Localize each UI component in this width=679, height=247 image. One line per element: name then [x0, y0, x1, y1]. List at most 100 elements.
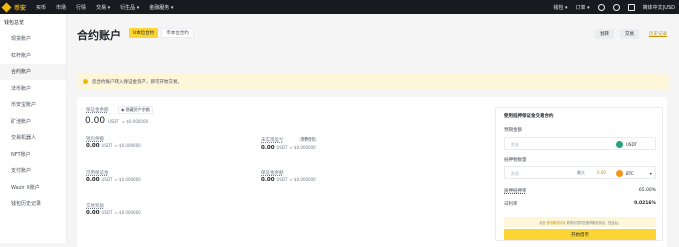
balance-unit: USDT	[107, 119, 119, 124]
ltv-value: 65.00%	[638, 188, 656, 193]
unrealized-pnl-value: 0.00 USDT ≈ $0.000000	[261, 145, 316, 151]
logo-text: 币安	[14, 4, 27, 12]
nav-finance[interactable]: 金融服务 ▾	[149, 4, 173, 11]
logo-mark-icon	[1, 2, 12, 12]
unrealized-pnl-approx: ≈ $0.000000	[289, 145, 316, 150]
available-margin-approx: ≈ $0.000000	[114, 177, 141, 182]
disclaimer-prefix: 点击	[539, 220, 546, 225]
btc-icon	[616, 170, 623, 177]
ltv-label: 质押抵押率	[504, 189, 527, 194]
wallet-balance-value: 0.00 USDT ≈ $0.000000	[86, 143, 141, 149]
wallet-sidebar: 钱包总览 现货账户 杠杆账户 合约账户 法币账户 币安宝账户 矿池账户 交易机器…	[0, 14, 67, 243]
notice-text: 您合约账户转入保证金资产，即可开始交易。	[92, 79, 182, 85]
trade-bonus-amount: 0.00	[86, 210, 100, 216]
max-label[interactable]: 最大	[577, 170, 585, 176]
sidebar-item-pool[interactable]: 矿池账户	[0, 113, 66, 130]
notice-banner: 您合约账户转入保证金资产，即可开始交易。	[77, 73, 669, 90]
trade-button[interactable]: 交易	[620, 29, 639, 39]
loan-agreement-disclaimer: 点击 借币服务协议 即表示您同意借币服务协议，在此后。	[504, 217, 656, 227]
unrealized-pnl-label: 未实现盈亏	[261, 138, 284, 143]
notification-bell-icon[interactable]	[612, 3, 620, 11]
collateral-amount-placeholder: 数量	[511, 171, 519, 176]
margin-balance-amount: 0.00	[261, 177, 275, 183]
binance-logo[interactable]: 币安	[1, 2, 27, 12]
unrealized-pnl-unit: USDT	[276, 145, 288, 150]
btc-label: BTC	[626, 171, 634, 176]
user-icon[interactable]	[597, 3, 605, 11]
view-positions-badge[interactable]: 查看仓位	[299, 137, 317, 142]
transfer-button[interactable]: 划转	[595, 29, 614, 39]
daily-rate-label: 日利率	[504, 202, 518, 207]
sidebar-item-trading-bots[interactable]: 交易机器人	[0, 130, 66, 147]
history-link[interactable]: 历史记录	[649, 31, 667, 37]
available-margin-amount: 0.00	[86, 177, 100, 183]
collateral-loan-calculator: 使用抵押保证金交易合约 预期金额 数量 USDT 抵押物数量 数量 最大 0.0…	[495, 107, 663, 241]
wallet-balance-label: 钱包余额	[86, 137, 104, 142]
wallet-balance-amount: 0.00	[86, 143, 100, 149]
sidebar-item-fiat[interactable]: 法币账户	[0, 80, 66, 97]
sidebar-item-pay[interactable]: 支付账户	[0, 163, 66, 180]
wallet-balance-approx: ≈ $0.000000	[114, 143, 141, 148]
btc-selector[interactable]: BTC ▾	[616, 170, 652, 177]
available-margin-unit: USDT	[101, 177, 113, 182]
download-icon[interactable]	[627, 3, 635, 11]
expected-amount-input[interactable]: 数量 USDT	[504, 137, 656, 150]
nav-wallet[interactable]: 钱包 ▾	[553, 4, 567, 11]
nav-derivatives[interactable]: 衍生品 ▾	[120, 4, 139, 11]
top-right-menu: 钱包 ▾ 订单 ▾ 简体中文|USD	[545, 0, 675, 14]
main-nav: 买币 市场 行情 交易 ▾ 衍生品 ▾ 金融服务 ▾	[36, 4, 183, 11]
unrealized-pnl-amount: 0.00	[261, 145, 275, 151]
margin-balance-unit: USDT	[276, 177, 288, 182]
ltv-row: 质押抵押率 65.00%	[504, 188, 656, 194]
trade-bonus-value: 0.00 USDT ≈ $0.000000	[86, 210, 141, 216]
daily-rate-row: 日利率 0.0216%	[504, 201, 656, 207]
expected-amount-placeholder: 数量	[511, 142, 519, 147]
available-margin-label: 可用保证金	[86, 171, 109, 176]
sidebar-item-futures[interactable]: 合约账户	[0, 63, 66, 80]
sidebar-item-history[interactable]: 钱包历史记录	[0, 196, 66, 213]
daily-rate-value: 0.0216%	[634, 201, 656, 206]
expected-amount-label: 预期金额	[504, 128, 522, 133]
nav-orders[interactable]: 订单 ▾	[576, 4, 590, 11]
nav-quotes[interactable]: 行情	[76, 4, 86, 11]
wallet-balance-unit: USDT	[101, 143, 113, 148]
usdt-selector[interactable]: USDT	[616, 141, 637, 148]
chevron-down-icon: ▾	[649, 171, 652, 176]
trade-bonus-label: 交易奖励	[86, 204, 104, 209]
available-margin-value: 0.00 USDT ≈ $0.000000	[86, 177, 141, 183]
collateral-amount-input[interactable]: 数量 最大 0.00 BTC ▾	[504, 166, 656, 179]
nav-buy-crypto[interactable]: 买币	[36, 4, 46, 11]
balance-label: 保证金余额	[86, 108, 109, 113]
nav-markets[interactable]: 市场	[56, 4, 66, 11]
sidebar-item-overview[interactable]: 钱包总览	[0, 14, 66, 31]
sidebar-item-margin[interactable]: 杠杆账户	[0, 47, 66, 64]
balance-approx: ≈ $0.000000	[121, 119, 149, 124]
loan-agreement-link[interactable]: 借币服务协议	[547, 220, 566, 225]
margin-balance-approx: ≈ $0.000000	[289, 177, 316, 182]
tab-coinm-futures[interactable]: 币本位合约	[161, 28, 194, 38]
contract-type-tabs: U本位合约 币本位合约	[129, 28, 197, 38]
account-card: 保证金余额 ◉ 隐藏资产余额 0.00 USDT ≈ $0.000000 钱包余…	[77, 97, 667, 247]
start-borrowing-button[interactable]: 开始借币	[504, 229, 656, 240]
usdt-icon	[616, 141, 623, 148]
trade-bonus-unit: USDT	[101, 210, 113, 215]
eye-icon: ◉	[121, 107, 125, 112]
balance-value-row: 0.00 USDT ≈ $0.000000	[85, 116, 148, 126]
sidebar-item-spot[interactable]: 现货账户	[0, 31, 66, 48]
max-value: 0.00	[597, 170, 606, 175]
sidebar-item-nft[interactable]: NFT账户	[0, 146, 66, 163]
main-content: 合约账户 U本位合约 币本位合约 划转 交易 历史记录 您合约账户转入保证金资产…	[67, 14, 679, 247]
nav-trade[interactable]: 交易 ▾	[96, 4, 110, 11]
language-currency-selector[interactable]: 简体中文|USD	[643, 4, 675, 11]
hide-balance-toggle[interactable]: ◉ 隐藏资产余额	[118, 106, 153, 114]
margin-balance-value: 0.00 USDT ≈ $0.000000	[261, 177, 316, 183]
margin-balance-label: 保证金余额	[261, 171, 284, 176]
sidebar-item-earn[interactable]: 币安宝账户	[0, 97, 66, 114]
top-navigation-bar: 币安 买币 市场 行情 交易 ▾ 衍生品 ▾ 金融服务 ▾ 钱包 ▾ 订单 ▾ …	[0, 0, 679, 14]
hide-balance-label: 隐藏资产余额	[125, 107, 150, 112]
balance-value: 0.00	[85, 116, 106, 126]
tab-usdm-futures[interactable]: U本位合约	[129, 28, 159, 38]
usdt-label: USDT	[626, 142, 637, 147]
sidebar-item-wazirx[interactable]: Wazir X账户	[0, 179, 66, 196]
collateral-amount-label: 抵押物数量	[504, 158, 527, 163]
